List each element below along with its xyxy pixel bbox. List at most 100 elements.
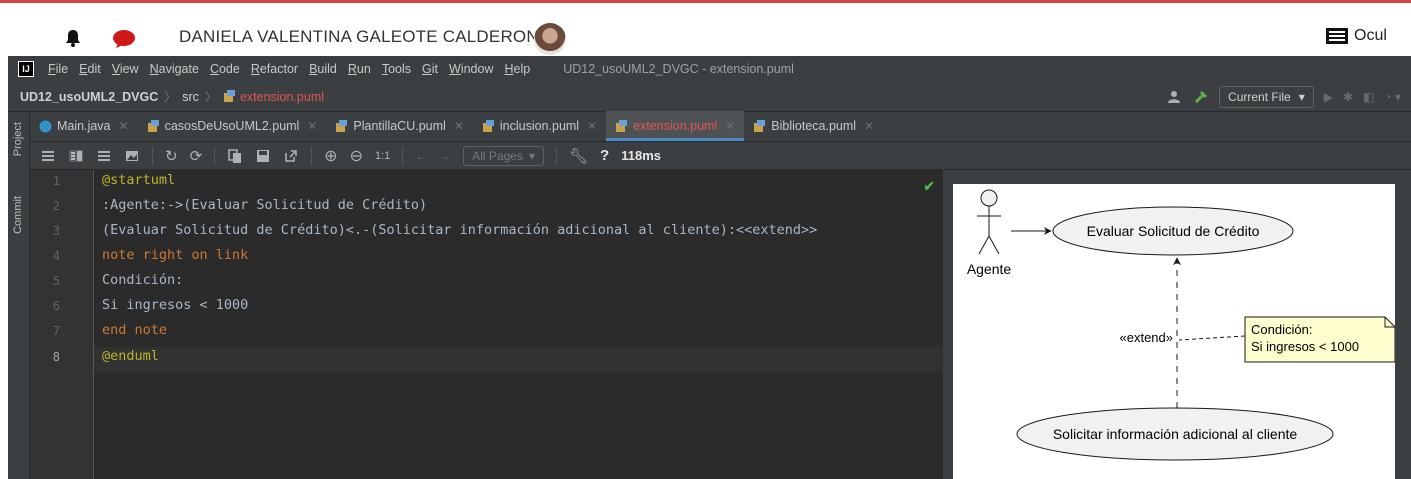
tab-main-java[interactable]: Main.java ✕ bbox=[30, 111, 138, 141]
code-line[interactable]: (Evaluar Solicitud de Crédito)<.-(Solici… bbox=[102, 222, 817, 238]
editor-only-icon[interactable] bbox=[40, 148, 56, 164]
tool-tab-project[interactable]: Project bbox=[12, 122, 24, 156]
menu-build[interactable]: Build bbox=[309, 62, 337, 76]
zoom-reset-button[interactable]: 1:1 bbox=[375, 150, 390, 162]
breadcrumb-file[interactable]: extension.puml bbox=[240, 90, 324, 104]
menu-edit[interactable]: Edit bbox=[79, 62, 101, 76]
line-number: 8 bbox=[52, 350, 60, 364]
code-line[interactable]: Condición: bbox=[102, 272, 183, 288]
breadcrumb-project[interactable]: UD12_usoUML2_DVGC bbox=[20, 90, 158, 104]
run-config-select[interactable]: Current File ▾ bbox=[1219, 86, 1314, 108]
actor-figure bbox=[977, 189, 1001, 255]
auto-refresh-icon[interactable]: ⟳ bbox=[190, 147, 203, 165]
code-line[interactable]: @startuml bbox=[102, 172, 175, 188]
intellij-logo-icon: IJ bbox=[18, 61, 34, 77]
preview-only-icon[interactable] bbox=[96, 148, 112, 164]
menu-help[interactable]: Help bbox=[504, 62, 530, 76]
debug-icon[interactable]: ✱ bbox=[1343, 90, 1353, 104]
puml-file-icon bbox=[147, 119, 159, 132]
tab-extension[interactable]: extension.puml ✕ bbox=[606, 111, 745, 141]
menu-refactor[interactable]: Refactor bbox=[251, 62, 298, 76]
breadcrumb-separator-icon: 〉 bbox=[164, 90, 177, 104]
chat-bubble-icon[interactable] bbox=[112, 29, 136, 49]
toolbar-separator bbox=[311, 146, 313, 165]
puml-file-icon bbox=[336, 119, 348, 132]
menu-window[interactable]: Window bbox=[449, 62, 493, 76]
user-name: DANIELA VALENTINA GALEOTE CALDERON bbox=[179, 27, 539, 46]
java-class-icon bbox=[39, 120, 52, 132]
bell-icon[interactable] bbox=[64, 29, 82, 47]
build-hammer-icon[interactable] bbox=[1193, 89, 1209, 105]
no-problems-check-icon[interactable]: ✔ bbox=[923, 178, 935, 195]
close-icon[interactable]: ✕ bbox=[119, 119, 129, 133]
close-icon[interactable]: ✕ bbox=[587, 119, 597, 133]
user-icon[interactable] bbox=[1167, 89, 1183, 105]
tab-plantillacu[interactable]: PlantillaCU.puml ✕ bbox=[326, 111, 472, 141]
note-line-1: Condición: bbox=[1251, 322, 1312, 337]
tab-label: PlantillaCU.puml bbox=[353, 119, 446, 133]
split-view-icon[interactable] bbox=[68, 148, 84, 164]
tab-label: casosDeUsoUML2.puml bbox=[164, 119, 300, 133]
coverage-icon[interactable]: ◧ bbox=[1363, 90, 1374, 104]
navigation-bar: UD12_usoUML2_DVGC 〉 src 〉 extension.puml… bbox=[8, 82, 1411, 112]
line-number-gutter: 1 2 3 4 5 6 7 8 bbox=[30, 170, 94, 479]
close-icon[interactable]: ✕ bbox=[725, 119, 735, 133]
window-title: UD12_usoUML2_DVGC - extension.puml bbox=[563, 62, 794, 76]
hide-panel-label: Ocul bbox=[1354, 27, 1387, 44]
toolbar-separator bbox=[152, 146, 153, 165]
menu-file[interactable]: File bbox=[48, 62, 68, 76]
meeting-host-bar: DANIELA VALENTINA GALEOTE CALDERON Ocul bbox=[0, 0, 1411, 56]
code-line[interactable]: end note bbox=[102, 322, 167, 338]
breadcrumb-separator-icon: 〉 bbox=[204, 90, 217, 104]
menu-navigate[interactable]: Navigate bbox=[150, 62, 199, 76]
tab-biblioteca[interactable]: Biblioteca.puml ✕ bbox=[744, 111, 883, 141]
image-icon[interactable] bbox=[124, 148, 140, 164]
open-external-icon[interactable] bbox=[283, 148, 299, 164]
line-number: 4 bbox=[52, 249, 60, 263]
menu-code[interactable]: Code bbox=[210, 62, 240, 76]
editor-tab-bar: Main.java ✕ casosDeUsoUML2.puml ✕ Plantill… bbox=[30, 111, 1411, 142]
render-time: 118ms bbox=[621, 148, 661, 163]
tab-inclusion[interactable]: inclusion.puml ✕ bbox=[473, 111, 606, 141]
code-line[interactable]: @enduml bbox=[102, 348, 159, 364]
code-line[interactable]: note right on link bbox=[102, 247, 248, 263]
close-icon[interactable]: ✕ bbox=[864, 119, 874, 133]
hide-panel-button[interactable]: Ocul bbox=[1326, 27, 1387, 45]
help-button[interactable]: ? bbox=[600, 147, 609, 164]
profiler-icon[interactable]: ◔ ▾ bbox=[1384, 90, 1401, 104]
code-line[interactable]: Si ingresos < 1000 bbox=[102, 297, 248, 313]
tab-casosdeuso[interactable]: casosDeUsoUML2.puml ✕ bbox=[138, 111, 327, 141]
close-icon[interactable]: ✕ bbox=[454, 119, 464, 133]
copy-icon[interactable] bbox=[227, 148, 243, 164]
tab-label: Biblioteca.puml bbox=[771, 119, 857, 133]
line-number: 6 bbox=[52, 299, 60, 313]
next-page-icon[interactable]: → bbox=[439, 149, 451, 163]
menu-view[interactable]: View bbox=[112, 62, 139, 76]
avatar[interactable] bbox=[534, 23, 566, 55]
code-line[interactable]: :Agente:->(Evaluar Solicitud de Crédito) bbox=[102, 197, 427, 213]
zoom-out-icon[interactable]: ⊖ bbox=[350, 146, 363, 166]
usecase-bottom-label: Solicitar información adicional al clien… bbox=[1053, 426, 1298, 442]
uml-preview-panel: Agente Evaluar Solicitud de Crédito «ext… bbox=[953, 184, 1395, 479]
use-case-diagram: Agente Evaluar Solicitud de Crédito «ext… bbox=[967, 189, 1395, 461]
current-line-highlight bbox=[94, 347, 943, 371]
close-icon[interactable]: ✕ bbox=[307, 119, 317, 133]
save-icon[interactable] bbox=[255, 148, 271, 164]
menu-tools[interactable]: Tools bbox=[382, 62, 411, 76]
settings-wrench-icon[interactable]: 🔧︎ bbox=[569, 147, 588, 165]
run-icon[interactable]: ▶ bbox=[1324, 90, 1333, 104]
tool-tab-commit[interactable]: Commit bbox=[12, 196, 24, 234]
menu-run[interactable]: Run bbox=[348, 62, 371, 76]
tab-label: extension.puml bbox=[633, 119, 718, 133]
chevron-down-icon: ▾ bbox=[1298, 90, 1305, 104]
line-number: 1 bbox=[52, 174, 60, 188]
breadcrumb-folder[interactable]: src bbox=[182, 90, 199, 104]
pages-select[interactable]: All Pages ▾ bbox=[463, 145, 544, 166]
menu-git[interactable]: Git bbox=[422, 62, 438, 76]
toolbar-separator bbox=[402, 146, 404, 165]
previous-page-icon[interactable]: ← bbox=[415, 149, 427, 163]
refresh-icon[interactable]: ↻ bbox=[165, 147, 178, 165]
code-editor[interactable]: 1 2 3 4 5 6 7 8 @startuml :Agente:->(Eva… bbox=[30, 170, 943, 479]
zoom-in-icon[interactable]: ⊕ bbox=[324, 146, 337, 166]
chevron-down-icon: ▾ bbox=[528, 148, 535, 163]
